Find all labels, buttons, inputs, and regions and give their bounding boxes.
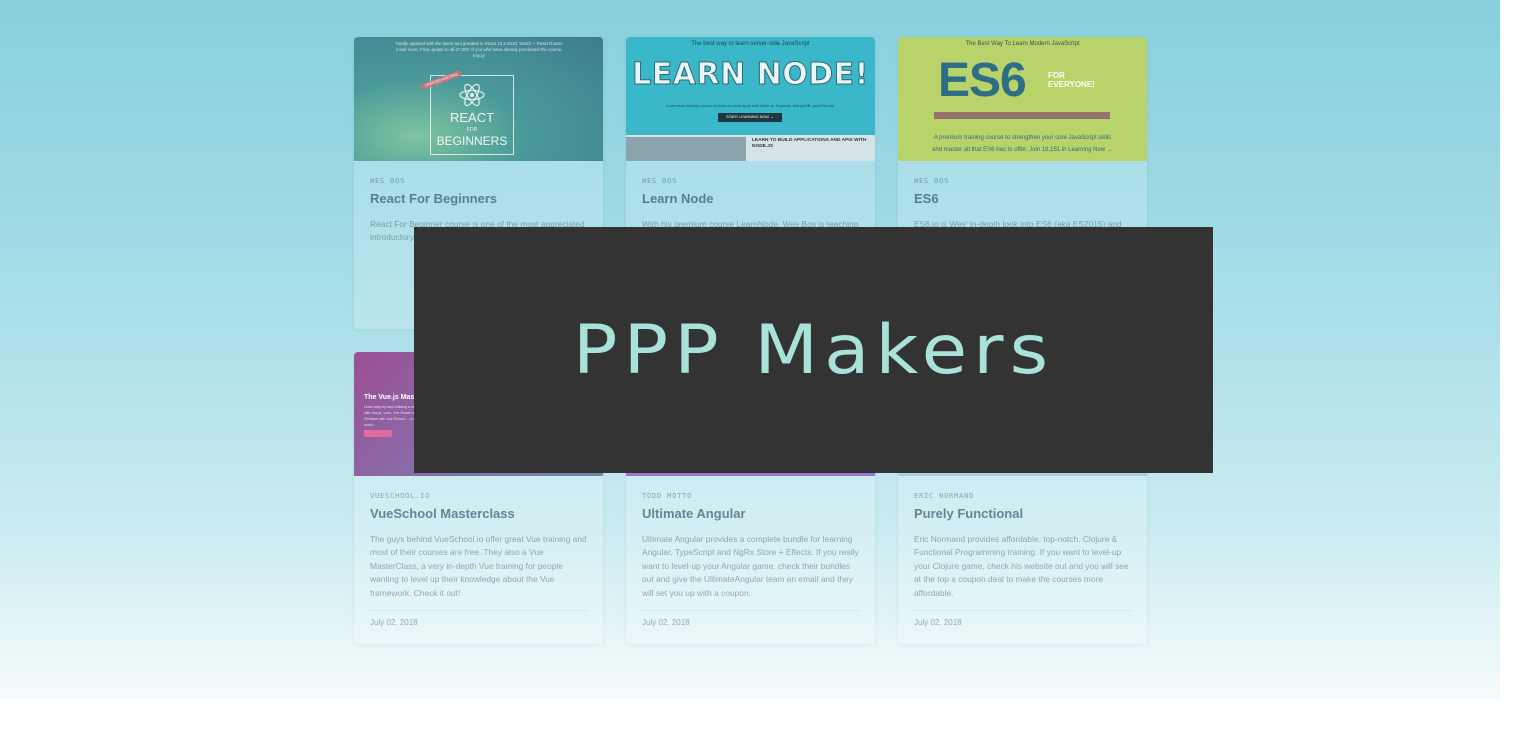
card-date: July 02, 2018	[642, 618, 690, 627]
card-thumbnail: The best way to learn server-side JavaSc…	[626, 37, 875, 161]
thumbnail-lower-text: LEARN TO BUILD APPLICATIONS AND APIS WIT…	[752, 138, 867, 149]
thumbnail-screenshot	[626, 137, 746, 161]
card-description: Eric Normand provides affordable, top-no…	[914, 534, 1129, 598]
card-author: VUESCHOOL.IO	[370, 492, 431, 500]
thumbnail-line-2: and master all that ES6 has to offer. Jo…	[932, 147, 1113, 153]
thumbnail-note: Totally updated with the latest and grea…	[395, 41, 563, 58]
card-date: July 02, 2018	[370, 618, 418, 627]
card-author: WES BOS	[642, 177, 678, 185]
card-author: TODD MOTTO	[642, 492, 693, 500]
thumbnail-headline: ES6	[938, 54, 1027, 107]
card-title[interactable]: React For Beginners	[370, 191, 587, 206]
card-divider	[370, 610, 587, 611]
card-description: Ultimate Angular provides a complete bun…	[642, 534, 859, 598]
thumbnail-subtitle: A premium training course to learn to bu…	[666, 103, 835, 108]
card-thumbnail: The Best Way To Learn Modern JavaScript …	[898, 37, 1147, 161]
card-title[interactable]: Purely Functional	[914, 506, 1131, 521]
thumbnail-tagline: The best way to learn server-side JavaSc…	[691, 41, 810, 47]
thumbnail-word-for: FOR	[466, 127, 478, 133]
card-title[interactable]: Ultimate Angular	[642, 506, 859, 521]
card-title[interactable]: ES6	[914, 191, 1131, 206]
thumbnail-tagline: The Best Way To Learn Modern JavaScript	[965, 41, 1080, 47]
thumbnail-line-1: A premium training course to strengthen …	[933, 135, 1112, 141]
thumbnail-headline: LEARN NODE!	[632, 57, 869, 93]
thumbnail-word-react: REACT	[449, 110, 495, 125]
card-title[interactable]: Learn Node	[642, 191, 859, 206]
card-author: ERIC NORMAND	[914, 492, 975, 500]
card-body: VUESCHOOL.IO VueSchool Masterclass The g…	[370, 492, 587, 599]
card-body: ERIC NORMAND Purely Functional Eric Norm…	[914, 492, 1131, 599]
thumbnail-for-everyone: FOR EVERYONE!	[1048, 71, 1095, 89]
thumbnail-update-bar	[934, 112, 1110, 119]
card-description: The guys behind VueSchool.io offer great…	[370, 534, 587, 598]
logo-overlay: PPP Makers	[414, 227, 1213, 473]
react-atom-icon	[459, 83, 485, 107]
thumbnail-word-beginners: BEGINNERS	[436, 134, 508, 148]
card-date: July 02, 2018	[914, 618, 962, 627]
card-body: TODD MOTTO Ultimate Angular Ultimate Ang…	[642, 492, 859, 599]
card-author: WES BOS	[370, 177, 406, 185]
card-author: WES BOS	[914, 177, 950, 185]
thumbnail-button	[364, 430, 392, 437]
site-logo: PPP Makers	[572, 310, 1055, 390]
thumbnail-cta: START LEARNING NOW →	[718, 113, 782, 122]
card-divider	[914, 610, 1131, 611]
card-title[interactable]: VueSchool Masterclass	[370, 506, 587, 521]
card-thumbnail: Totally updated with the latest and grea…	[354, 37, 603, 161]
card-divider	[642, 610, 859, 611]
thumbnail-heading: The Vue.js Mas	[364, 394, 415, 401]
